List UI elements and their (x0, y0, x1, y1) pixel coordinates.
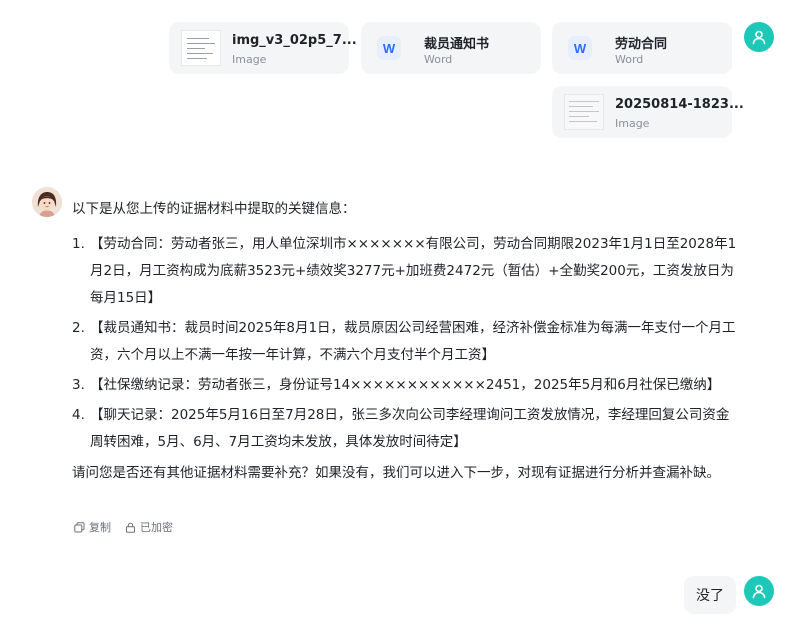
attachment-card-labor-contract[interactable]: W 劳动合同 Word (552, 22, 732, 74)
list-item: 4. 【聊天记录：2025年5月16日至7月28日，张三多次向公司李经理询问工资… (72, 402, 737, 456)
user-icon (752, 584, 766, 599)
word-icon: W (377, 36, 401, 60)
list-number: 2. (72, 320, 85, 336)
attachment-type: Image (615, 117, 650, 130)
attachment-card-image-1[interactable]: img_v3_02p5_7... Image (169, 22, 357, 74)
copy-icon (74, 521, 85, 532)
list-item-text: 【社保缴纳记录：劳动者张三，身份证号14××××××××××××2451，202… (90, 377, 721, 393)
list-item: 2. 【裁员通知书：裁员时间2025年8月1日，裁员原因公司经营困难，经济补偿金… (72, 315, 737, 369)
message-closing: 请问您是否还有其他证据材料需要补充？如果没有，我们可以进入下一步，对现有证据进行… (72, 465, 720, 481)
list-item: 3. 【社保缴纳记录：劳动者张三，身份证号14××××××××××××2451，… (72, 372, 737, 399)
encrypted-indicator: 已加密 (125, 519, 173, 535)
message-intro: 以下是从您上传的证据材料中提取的关键信息： (72, 201, 356, 217)
user-message-text: 没了 (696, 588, 724, 604)
list-item-text: 【劳动合同：劳动者张三，用人单位深圳市×××××××有限公司，劳动合同期限202… (90, 236, 737, 306)
attachment-type: Word (424, 53, 453, 66)
copy-label: 复制 (89, 521, 111, 534)
list-item-text: 【裁员通知书：裁员时间2025年8月1日，裁员原因公司经营困难，经济补偿金标准为… (90, 320, 736, 363)
encrypted-label: 已加密 (140, 521, 173, 534)
list-item: 1. 【劳动合同：劳动者张三，用人单位深圳市×××××××有限公司，劳动合同期限… (72, 231, 737, 312)
attachment-card-image-2[interactable]: 20250814-1823... Image (552, 86, 744, 138)
assistant-message: 以下是从您上传的证据材料中提取的关键信息： 1. 【劳动合同：劳动者张三，用人单… (72, 196, 737, 487)
assistant-avatar (32, 187, 62, 217)
copy-button[interactable]: 复制 (74, 519, 111, 535)
user-avatar (744, 576, 774, 606)
attachment-name: 20250814-1823... (615, 97, 744, 112)
word-icon: W (568, 36, 592, 60)
image-thumbnail (564, 94, 604, 130)
list-number: 3. (72, 377, 85, 393)
message-actions: 复制 已加密 (74, 519, 173, 535)
attachment-type: Image (232, 53, 267, 66)
user-avatar (744, 22, 774, 52)
assistant-face-icon (32, 187, 62, 217)
attachment-name: 劳动合同 (615, 37, 668, 52)
list-item-text: 【聊天记录：2025年5月16日至7月28日，张三多次向公司李经理询问工资发放情… (90, 407, 730, 450)
attachment-name: 裁员通知书 (424, 37, 490, 52)
user-message-bubble: 没了 (684, 576, 736, 614)
attachment-type: Word (615, 53, 644, 66)
user-icon (752, 30, 766, 45)
evidence-list: 1. 【劳动合同：劳动者张三，用人单位深圳市×××××××有限公司，劳动合同期限… (72, 231, 737, 456)
list-number: 1. (72, 236, 85, 252)
image-thumbnail (181, 30, 221, 66)
list-number: 4. (72, 407, 85, 423)
lock-icon (126, 522, 135, 533)
attachment-name: img_v3_02p5_7... (232, 33, 357, 48)
attachment-card-layoff-notice[interactable]: W 裁员通知书 Word (361, 22, 541, 74)
